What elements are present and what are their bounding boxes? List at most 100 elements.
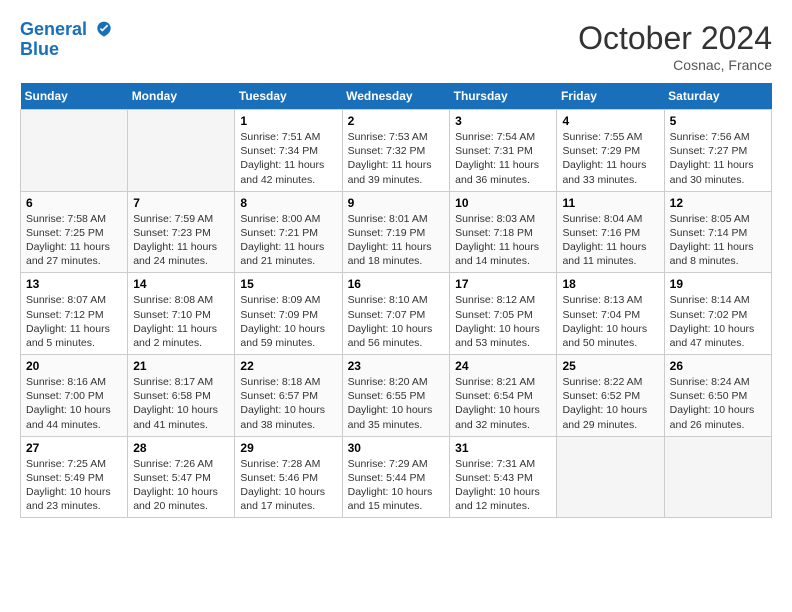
day-cell: 3 Sunrise: 7:54 AMSunset: 7:31 PMDaylight…	[450, 110, 557, 192]
month-title: October 2024	[578, 20, 772, 57]
day-number: 15	[240, 277, 336, 291]
day-number: 2	[348, 114, 445, 128]
day-cell: 31Sunrise: 7:31 AMSunset: 5:43 PMDayligh…	[450, 436, 557, 518]
day-info: Sunrise: 8:24 AMSunset: 6:50 PMDaylight:…	[670, 375, 766, 432]
day-number: 19	[670, 277, 766, 291]
day-cell: 1 Sunrise: 7:51 AMSunset: 7:34 PMDaylight…	[235, 110, 342, 192]
day-cell: 10 Sunrise: 8:03 AMSunset: 7:18 PMDayligh…	[450, 191, 557, 273]
day-info: Sunrise: 7:53 AMSunset: 7:32 PMDaylight:…	[348, 130, 445, 187]
day-number: 8	[240, 196, 336, 210]
day-cell: 2 Sunrise: 7:53 AMSunset: 7:32 PMDaylight…	[342, 110, 450, 192]
day-info: Sunrise: 7:59 AMSunset: 7:23 PMDaylight:…	[133, 212, 229, 269]
day-cell	[664, 436, 771, 518]
day-header-thursday: Thursday	[450, 83, 557, 110]
day-cell	[21, 110, 128, 192]
title-block: October 2024 Cosnac, France	[578, 20, 772, 73]
day-cell: 27 Sunrise: 7:25 AMSunset: 5:49 PMDayligh…	[21, 436, 128, 518]
day-info: Sunrise: 8:07 AMSunset: 7:12 PMDaylight:…	[26, 293, 122, 350]
day-cell: 28 Sunrise: 7:26 AMSunset: 5:47 PMDayligh…	[128, 436, 235, 518]
day-number: 4	[562, 114, 658, 128]
day-cell: 22 Sunrise: 8:18 AMSunset: 6:57 PMDayligh…	[235, 355, 342, 437]
day-info: Sunrise: 8:08 AMSunset: 7:10 PMDaylight:…	[133, 293, 229, 350]
calendar-table: SundayMondayTuesdayWednesdayThursdayFrid…	[20, 83, 772, 518]
day-info: Sunrise: 7:56 AMSunset: 7:27 PMDaylight:…	[670, 130, 766, 187]
day-cell	[557, 436, 664, 518]
week-row-2: 6Sunrise: 7:58 AMSunset: 7:25 PMDaylight…	[21, 191, 772, 273]
day-number: 12	[670, 196, 766, 210]
day-number: 25	[562, 359, 658, 373]
day-number: 14	[133, 277, 229, 291]
logo-text: General	[20, 20, 114, 40]
day-cell	[128, 110, 235, 192]
day-cell: 5 Sunrise: 7:56 AMSunset: 7:27 PMDaylight…	[664, 110, 771, 192]
day-info: Sunrise: 7:25 AMSunset: 5:49 PMDaylight:…	[26, 457, 122, 514]
day-number: 29	[240, 441, 336, 455]
day-number: 17	[455, 277, 551, 291]
logo-text2: Blue	[20, 40, 114, 60]
day-number: 28	[133, 441, 229, 455]
day-number: 11	[562, 196, 658, 210]
day-info: Sunrise: 7:54 AMSunset: 7:31 PMDaylight:…	[455, 130, 551, 187]
day-number: 23	[348, 359, 445, 373]
day-number: 6	[26, 196, 122, 210]
day-info: Sunrise: 8:03 AMSunset: 7:18 PMDaylight:…	[455, 212, 551, 269]
day-number: 24	[455, 359, 551, 373]
location: Cosnac, France	[578, 57, 772, 73]
day-cell: 13 Sunrise: 8:07 AMSunset: 7:12 PMDayligh…	[21, 273, 128, 355]
day-info: Sunrise: 8:20 AMSunset: 6:55 PMDaylight:…	[348, 375, 445, 432]
day-cell: 19 Sunrise: 8:14 AMSunset: 7:02 PMDayligh…	[664, 273, 771, 355]
page-header: General Blue October 2024 Cosnac, France	[20, 20, 772, 73]
day-number: 5	[670, 114, 766, 128]
day-header-wednesday: Wednesday	[342, 83, 450, 110]
day-header-sunday: Sunday	[21, 83, 128, 110]
day-number: 31	[455, 441, 551, 455]
day-info: Sunrise: 8:12 AMSunset: 7:05 PMDaylight:…	[455, 293, 551, 350]
day-number: 1	[240, 114, 336, 128]
day-number: 9	[348, 196, 445, 210]
day-cell: 12 Sunrise: 8:05 AMSunset: 7:14 PMDayligh…	[664, 191, 771, 273]
day-cell: 23 Sunrise: 8:20 AMSunset: 6:55 PMDayligh…	[342, 355, 450, 437]
logo: General Blue	[20, 20, 114, 60]
day-info: Sunrise: 8:09 AMSunset: 7:09 PMDaylight:…	[240, 293, 336, 350]
day-cell: 24 Sunrise: 8:21 AMSunset: 6:54 PMDayligh…	[450, 355, 557, 437]
day-info: Sunrise: 7:26 AMSunset: 5:47 PMDaylight:…	[133, 457, 229, 514]
day-info: Sunrise: 8:13 AMSunset: 7:04 PMDaylight:…	[562, 293, 658, 350]
day-cell: 14 Sunrise: 8:08 AMSunset: 7:10 PMDayligh…	[128, 273, 235, 355]
day-info: Sunrise: 8:05 AMSunset: 7:14 PMDaylight:…	[670, 212, 766, 269]
day-cell: 11 Sunrise: 8:04 AMSunset: 7:16 PMDayligh…	[557, 191, 664, 273]
day-number: 13	[26, 277, 122, 291]
day-info: Sunrise: 8:17 AMSunset: 6:58 PMDaylight:…	[133, 375, 229, 432]
day-cell: 17 Sunrise: 8:12 AMSunset: 7:05 PMDayligh…	[450, 273, 557, 355]
day-info: Sunrise: 7:28 AMSunset: 5:46 PMDaylight:…	[240, 457, 336, 514]
day-cell: 9Sunrise: 8:01 AMSunset: 7:19 PMDaylight…	[342, 191, 450, 273]
day-number: 7	[133, 196, 229, 210]
day-info: Sunrise: 8:14 AMSunset: 7:02 PMDaylight:…	[670, 293, 766, 350]
day-info: Sunrise: 8:10 AMSunset: 7:07 PMDaylight:…	[348, 293, 445, 350]
day-cell: 26 Sunrise: 8:24 AMSunset: 6:50 PMDayligh…	[664, 355, 771, 437]
day-info: Sunrise: 7:29 AMSunset: 5:44 PMDaylight:…	[348, 457, 445, 514]
day-cell: 30Sunrise: 7:29 AMSunset: 5:44 PMDayligh…	[342, 436, 450, 518]
day-header-friday: Friday	[557, 83, 664, 110]
day-info: Sunrise: 8:18 AMSunset: 6:57 PMDaylight:…	[240, 375, 336, 432]
day-number: 10	[455, 196, 551, 210]
day-cell: 7 Sunrise: 7:59 AMSunset: 7:23 PMDaylight…	[128, 191, 235, 273]
day-number: 22	[240, 359, 336, 373]
day-number: 21	[133, 359, 229, 373]
day-number: 26	[670, 359, 766, 373]
day-number: 27	[26, 441, 122, 455]
day-info: Sunrise: 8:04 AMSunset: 7:16 PMDaylight:…	[562, 212, 658, 269]
day-cell: 25 Sunrise: 8:22 AMSunset: 6:52 PMDayligh…	[557, 355, 664, 437]
day-info: Sunrise: 8:21 AMSunset: 6:54 PMDaylight:…	[455, 375, 551, 432]
day-cell: 6Sunrise: 7:58 AMSunset: 7:25 PMDaylight…	[21, 191, 128, 273]
day-number: 18	[562, 277, 658, 291]
week-row-4: 20Sunrise: 8:16 AMSunset: 7:00 PMDayligh…	[21, 355, 772, 437]
day-info: Sunrise: 8:16 AMSunset: 7:00 PMDaylight:…	[26, 375, 122, 432]
day-number: 3	[455, 114, 551, 128]
day-info: Sunrise: 8:00 AMSunset: 7:21 PMDaylight:…	[240, 212, 336, 269]
day-header-tuesday: Tuesday	[235, 83, 342, 110]
day-info: Sunrise: 8:22 AMSunset: 6:52 PMDaylight:…	[562, 375, 658, 432]
day-cell: 18 Sunrise: 8:13 AMSunset: 7:04 PMDayligh…	[557, 273, 664, 355]
day-info: Sunrise: 7:51 AMSunset: 7:34 PMDaylight:…	[240, 130, 336, 187]
day-cell: 21 Sunrise: 8:17 AMSunset: 6:58 PMDayligh…	[128, 355, 235, 437]
day-cell: 15 Sunrise: 8:09 AMSunset: 7:09 PMDayligh…	[235, 273, 342, 355]
